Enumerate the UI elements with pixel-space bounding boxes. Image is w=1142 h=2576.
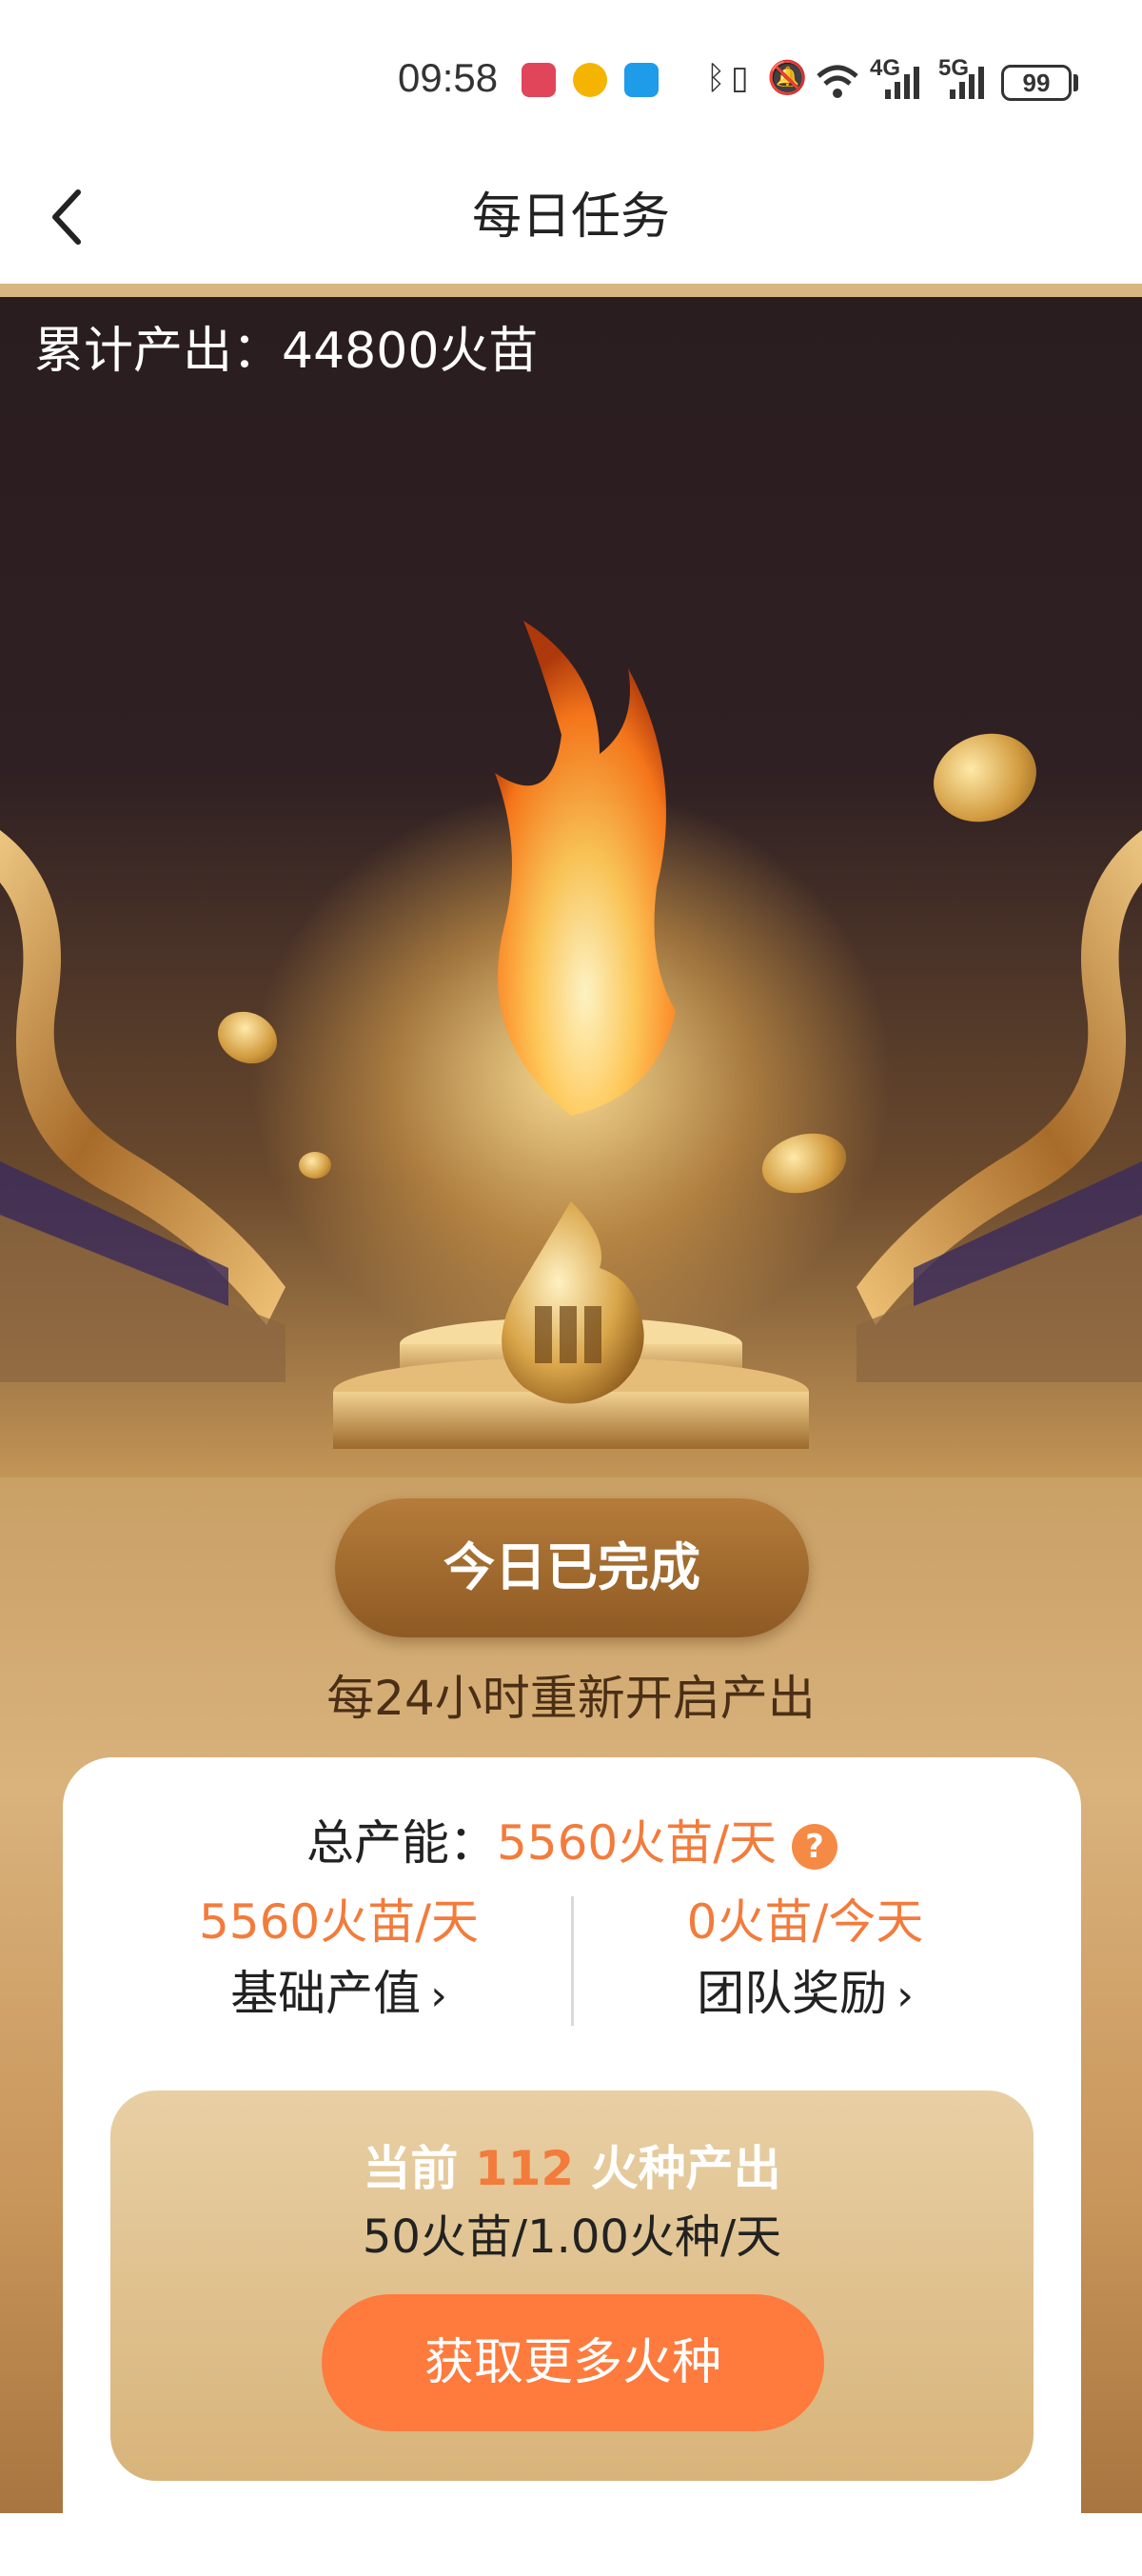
stat-divider bbox=[571, 1896, 574, 2026]
gold-coin bbox=[755, 1124, 854, 1202]
app-blue-icon bbox=[624, 63, 659, 97]
team-reward-stat[interactable]: 0火苗/今天 团队奖励 › bbox=[577, 1889, 1034, 2034]
team-reward-link[interactable]: 团队奖励 › bbox=[577, 1955, 1034, 2034]
seed-prefix: 当前 bbox=[363, 2141, 475, 2196]
base-value-label: 基础产值 bbox=[230, 1966, 422, 2021]
vibrate-icon: ▯ bbox=[731, 59, 749, 97]
battery-tip bbox=[1073, 74, 1078, 91]
weibo-icon bbox=[573, 63, 607, 97]
bluetooth-icon: ᛒ bbox=[706, 59, 726, 97]
gold-coin bbox=[299, 1152, 331, 1179]
total-capacity-value: 5560火苗/天 bbox=[496, 1815, 778, 1871]
status-time: 09:58 bbox=[398, 55, 499, 100]
completed-today-button[interactable]: 今日已完成 bbox=[335, 1498, 809, 1637]
cumulative-output: 累计产出：44800火苗 bbox=[34, 323, 539, 380]
reset-note: 每24小时重新开启产出 bbox=[326, 1671, 816, 1726]
seed-count: 112 bbox=[474, 2141, 575, 2196]
base-value-amount: 5560火苗/天 bbox=[198, 1894, 480, 1950]
chevron-right-icon: › bbox=[430, 1972, 447, 2020]
nav-divider bbox=[0, 284, 1142, 297]
chevron-right-icon: › bbox=[896, 1972, 914, 2020]
flame-illustration bbox=[495, 621, 676, 1116]
seed-output-line: 当前 112 火种产出 bbox=[110, 2130, 1034, 2199]
total-capacity-label: 总产能： bbox=[305, 1815, 497, 1871]
team-reward-amount: 0火苗/今天 bbox=[686, 1894, 924, 1950]
hero-banner: 累计产出：44800火苗 bbox=[0, 297, 1142, 1477]
signal-icon bbox=[885, 67, 919, 99]
status-bar: 09:58 ᛒ ▯ 🔕 4G 5G 99 bbox=[0, 0, 1142, 162]
seed-rate: 50火苗/1.00火种/天 bbox=[362, 2210, 782, 2264]
battery-indicator: 99 bbox=[1001, 65, 1072, 101]
wifi-icon bbox=[817, 65, 858, 98]
flame-logo-emblem bbox=[502, 1201, 644, 1404]
signal-icon bbox=[950, 67, 984, 99]
get-more-seeds-button[interactable]: 获取更多火种 bbox=[322, 2294, 824, 2431]
gold-ribbon-right bbox=[856, 830, 1142, 1382]
gold-ribbon-left bbox=[0, 830, 286, 1382]
app-red-icon bbox=[522, 63, 556, 97]
help-icon[interactable]: ? bbox=[792, 1823, 838, 1870]
page-title: 每日任务 bbox=[471, 188, 670, 246]
total-capacity-row: 总产能：5560火苗/天? bbox=[63, 1805, 1081, 1873]
seed-suffix: 火种产出 bbox=[574, 2141, 781, 2196]
mute-icon: 🔕 bbox=[767, 59, 808, 97]
base-value-stat[interactable]: 5560火苗/天 基础产值 › bbox=[110, 1889, 567, 2034]
team-reward-label: 团队奖励 bbox=[697, 1966, 888, 2021]
base-value-link[interactable]: 基础产值 › bbox=[110, 1955, 567, 2034]
